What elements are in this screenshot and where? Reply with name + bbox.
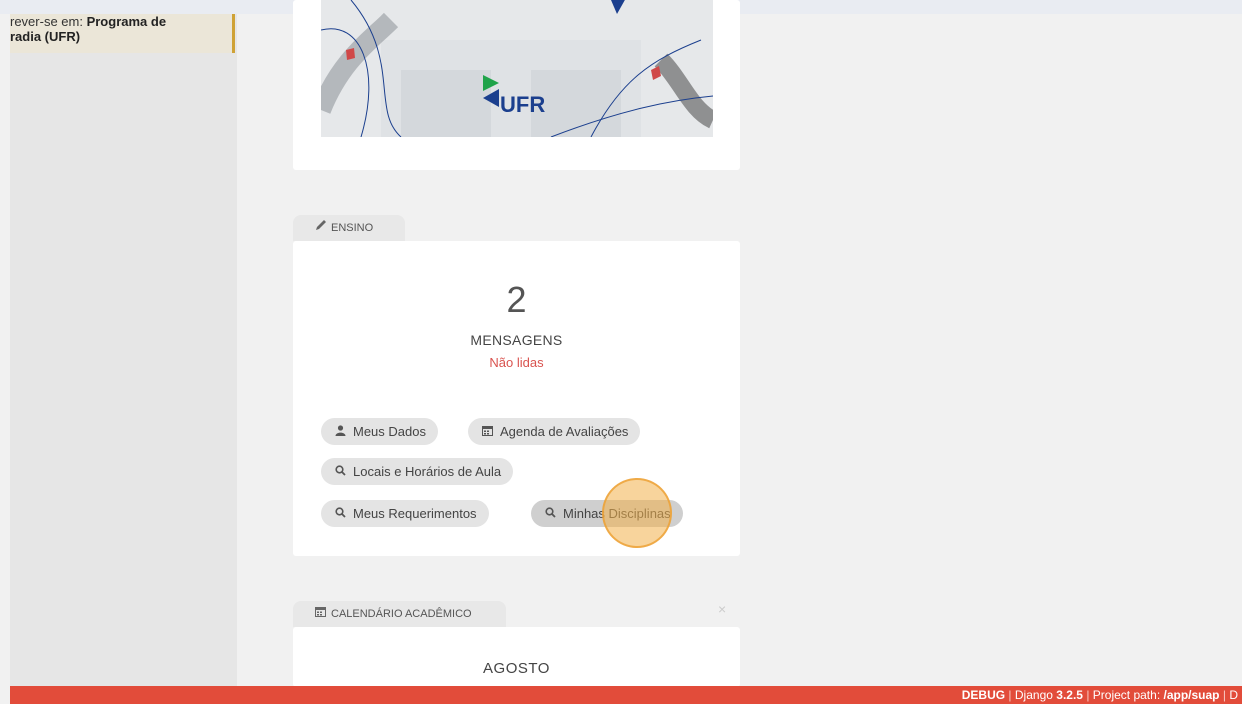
tab-ensino[interactable]: ENSINO [293, 215, 405, 241]
tab-calendario-label: CALENDÁRIO ACADÊMICO [331, 608, 472, 620]
search-icon [543, 501, 557, 528]
tab-ensino-label: ENSINO [331, 222, 374, 234]
messages-label: MENSAGENS [470, 332, 563, 348]
search-icon [333, 459, 347, 486]
django-version: 3.2.5 [1056, 688, 1083, 702]
unread-label: Não lidas [489, 355, 544, 370]
enrollment-prefix: rever-se em: [10, 14, 87, 29]
meus-dados-button[interactable]: Meus Dados [321, 418, 438, 445]
user-icon [333, 419, 347, 446]
project-path: /app/suap [1163, 688, 1220, 702]
debug-footer: DEBUG | Django 3.2.5 | Project path: /ap… [10, 686, 1242, 704]
locais-horarios-button[interactable]: Locais e Horários de Aula [321, 458, 514, 486]
footer-separator: | [1008, 688, 1012, 702]
enrollment-link[interactable]: rever-se em: Programa de radia (UFR) [10, 14, 235, 53]
meus-requerimentos-button[interactable]: Meus Requerimentos [321, 500, 489, 527]
agenda-avaliacoes-label: Agenda de Avaliações [500, 424, 629, 439]
search-icon [333, 501, 347, 528]
calendario-card: AGOSTO [293, 627, 740, 687]
debug-label: DEBUG [961, 688, 1006, 702]
banner-card [293, 0, 740, 170]
close-icon[interactable]: × [718, 601, 726, 617]
agenda-avaliacoes-button[interactable]: Agenda de Avaliações [468, 418, 641, 446]
meus-dados-label: Meus Dados [353, 424, 426, 439]
footer-separator: | [1086, 688, 1090, 702]
tab-calendario-academico[interactable]: CALENDÁRIO ACADÊMICO [293, 601, 506, 627]
enrollment-program-line2: radia (UFR) [10, 29, 81, 44]
footer-trailing: D [1229, 688, 1238, 702]
project-path-prefix: Project path: [1092, 688, 1164, 702]
pencil-icon [315, 215, 327, 241]
left-sidebar: rever-se em: Programa de radia (UFR) [10, 14, 237, 686]
enrollment-program-line1: Programa de [86, 14, 167, 29]
ufr-logo-icon [483, 75, 499, 107]
calendar-icon [480, 419, 494, 446]
enrollment-text: rever-se em: Programa de radia (UFR) [10, 14, 166, 44]
footer-separator: | [1222, 688, 1226, 702]
calendar-month: AGOSTO [483, 660, 550, 677]
click-indicator [602, 478, 672, 548]
meus-requerimentos-label: Meus Requerimentos [353, 506, 477, 521]
locais-horarios-label: Locais e Horários de Aula [353, 464, 502, 479]
django-prefix: Django [1014, 688, 1057, 702]
calendar-icon [315, 601, 326, 627]
unread-messages-count[interactable]: 2 [293, 279, 740, 321]
ufr-logo-text: UFR [500, 92, 546, 117]
